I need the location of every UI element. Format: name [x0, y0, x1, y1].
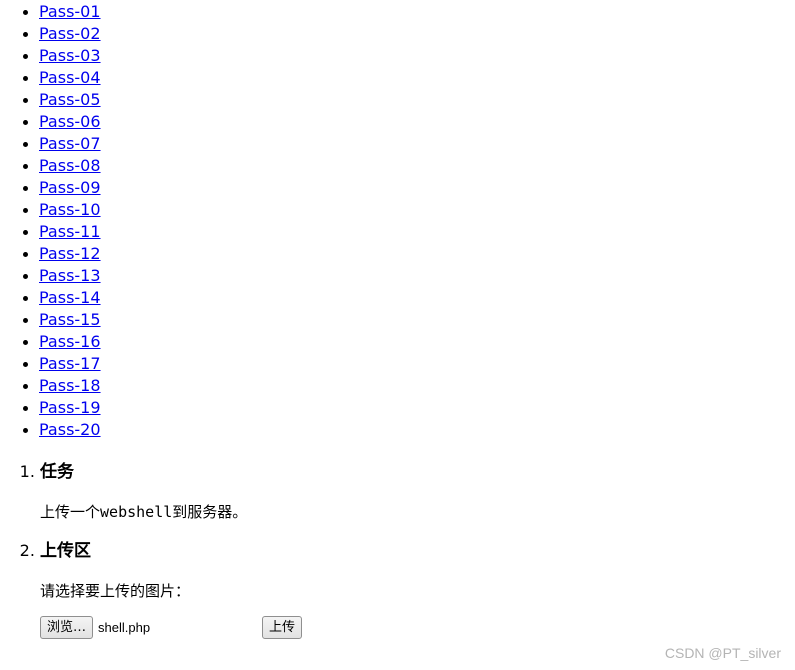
- list-item: Pass-03: [39, 45, 101, 67]
- task-body: 上传一个webshell到服务器。: [40, 501, 780, 523]
- task-section: 任务 上传一个webshell到服务器。: [40, 458, 780, 523]
- pass-link-12[interactable]: Pass-12: [39, 244, 101, 263]
- list-item: Pass-02: [39, 23, 101, 45]
- pass-link-11[interactable]: Pass-11: [39, 222, 101, 241]
- list-item: Pass-18: [39, 375, 101, 397]
- list-item: Pass-13: [39, 265, 101, 287]
- upload-form: 浏览… shell.php 上传: [40, 615, 780, 639]
- list-item: Pass-08: [39, 155, 101, 177]
- upload-section: 上传区 请选择要上传的图片： 浏览… shell.php 上传: [40, 537, 780, 639]
- browse-button[interactable]: 浏览…: [40, 615, 94, 639]
- list-item: Pass-12: [39, 243, 101, 265]
- list-item: Pass-07: [39, 133, 101, 155]
- list-item: Pass-17: [39, 353, 101, 375]
- pass-link-18[interactable]: Pass-18: [39, 376, 101, 395]
- list-item: Pass-16: [39, 331, 101, 353]
- pass-link-02[interactable]: Pass-02: [39, 24, 101, 43]
- pass-link-07[interactable]: Pass-07: [39, 134, 101, 153]
- upload-prompt: 请选择要上传的图片：: [40, 582, 191, 600]
- list-item: Pass-11: [39, 221, 101, 243]
- content-sections: 任务 上传一个webshell到服务器。 上传区 请选择要上传的图片： 浏览… …: [0, 458, 780, 639]
- list-item: Pass-19: [39, 397, 101, 419]
- page: Pass-01 Pass-02 Pass-03 Pass-04 Pass-05 …: [0, 0, 795, 670]
- upload-heading: 上传区: [40, 541, 91, 561]
- task-description: 上传一个webshell到服务器。: [40, 501, 780, 523]
- selected-file-name: shell.php: [98, 619, 151, 635]
- pass-link-17[interactable]: Pass-17: [39, 354, 101, 373]
- list-item: Pass-01: [39, 1, 101, 23]
- pass-link-14[interactable]: Pass-14: [39, 288, 101, 307]
- pass-link-03[interactable]: Pass-03: [39, 46, 101, 65]
- list-item: Pass-15: [39, 309, 101, 331]
- list-item: Pass-10: [39, 199, 101, 221]
- pass-nav-list: Pass-01 Pass-02 Pass-03 Pass-04 Pass-05 …: [0, 1, 101, 441]
- task-heading: 任务: [40, 462, 74, 482]
- pass-link-05[interactable]: Pass-05: [39, 90, 101, 109]
- upload-submit-button[interactable]: 上传: [262, 615, 303, 639]
- list-item: Pass-06: [39, 111, 101, 133]
- watermark: CSDN @PT_silver: [664, 645, 781, 661]
- list-item: Pass-20: [39, 419, 101, 441]
- pass-link-01[interactable]: Pass-01: [39, 2, 101, 21]
- pass-link-19[interactable]: Pass-19: [39, 398, 101, 417]
- list-item: Pass-05: [39, 89, 101, 111]
- pass-link-08[interactable]: Pass-08: [39, 156, 101, 175]
- pass-link-10[interactable]: Pass-10: [39, 200, 101, 219]
- pass-link-04[interactable]: Pass-04: [39, 68, 101, 87]
- pass-link-20[interactable]: Pass-20: [39, 420, 101, 439]
- list-item: Pass-04: [39, 67, 101, 89]
- pass-link-15[interactable]: Pass-15: [39, 310, 101, 329]
- pass-link-06[interactable]: Pass-06: [39, 112, 101, 131]
- upload-body: 请选择要上传的图片： 浏览… shell.php 上传: [40, 580, 780, 639]
- list-item: Pass-09: [39, 177, 101, 199]
- task-text-suffix: 到服务器。: [172, 503, 248, 521]
- pass-link-09[interactable]: Pass-09: [39, 178, 101, 197]
- task-text-code: webshell: [100, 503, 173, 521]
- pass-link-16[interactable]: Pass-16: [39, 332, 101, 351]
- task-text-prefix: 上传一个: [40, 503, 101, 521]
- pass-link-13[interactable]: Pass-13: [39, 266, 101, 285]
- list-item: Pass-14: [39, 287, 101, 309]
